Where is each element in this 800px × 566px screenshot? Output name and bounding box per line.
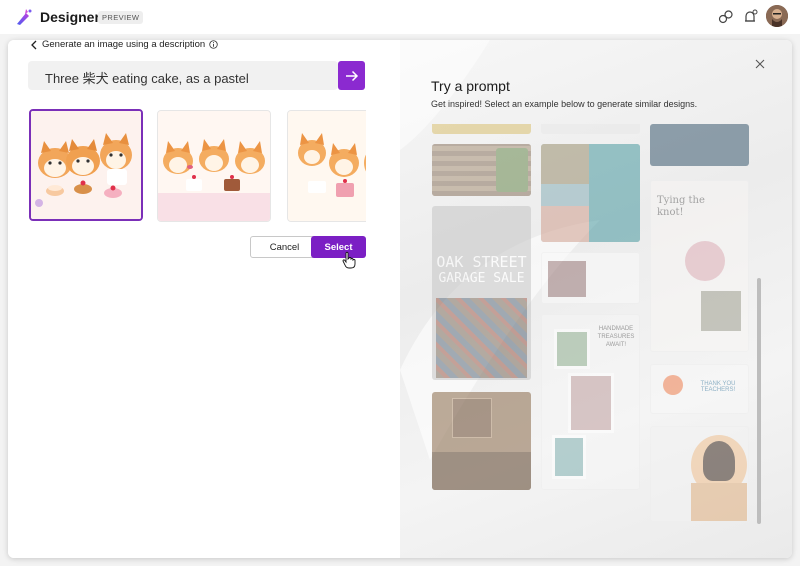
generated-image-1[interactable]: [29, 109, 143, 221]
try-prompt-subtitle: Get inspired! Select an example below to…: [431, 99, 698, 109]
example-card[interactable]: [541, 252, 640, 304]
example-card[interactable]: [541, 144, 640, 242]
user-avatar[interactable]: [766, 5, 788, 27]
preview-badge: PREVIEW: [98, 11, 144, 24]
chevron-left-icon: [31, 40, 37, 49]
select-button[interactable]: Select: [311, 236, 366, 258]
example-gallery: OAK STREET GARAGE SALE HANDMADE TREASURE…: [432, 124, 750, 524]
example-card[interactable]: [541, 124, 640, 134]
close-icon[interactable]: [755, 59, 765, 69]
generated-image-3[interactable]: [287, 110, 366, 222]
garage-sale-line-1: OAK STREET: [436, 253, 527, 271]
teachers-text: THANK YOU TEACHERS!: [700, 381, 736, 393]
generated-images: [28, 108, 366, 226]
share-link-icon[interactable]: [717, 8, 735, 26]
example-card[interactable]: [432, 124, 531, 134]
back-link[interactable]: Generate an image using a description: [30, 39, 218, 50]
garage-sale-line-2: GARAGE SALE: [438, 271, 525, 286]
example-card[interactable]: [650, 124, 749, 166]
try-prompt-title: Try a prompt: [431, 78, 510, 94]
arrow-right-icon: [345, 70, 358, 81]
generated-image-2[interactable]: [157, 110, 271, 222]
app-header: Designer PREVIEW: [0, 0, 800, 34]
generate-button[interactable]: [338, 61, 365, 90]
info-icon[interactable]: [209, 40, 218, 49]
gallery-scrollbar[interactable]: [757, 278, 761, 524]
example-card-networking[interactable]: [650, 426, 749, 522]
hand-cursor-icon: [342, 251, 356, 269]
back-link-label: Generate an image using a description: [42, 39, 206, 50]
prompt-input[interactable]: Three 柴犬 eating cake, as a pastel: [28, 61, 338, 90]
example-card-garage-sale[interactable]: OAK STREET GARAGE SALE: [432, 206, 531, 380]
cancel-button[interactable]: Cancel: [250, 236, 319, 258]
tying-knot-text: Tying the knot!: [657, 195, 705, 218]
handmade-treasures-text: HANDMADE TREASURES AWAIT!: [597, 326, 635, 348]
example-card-tying-knot[interactable]: Tying the knot!: [650, 180, 749, 352]
prompt-input-value: Three 柴犬 eating cake, as a pastel: [45, 71, 249, 86]
app-title: Designer: [40, 9, 100, 25]
example-card-teachers[interactable]: THANK YOU TEACHERS!: [650, 364, 749, 414]
example-card[interactable]: [432, 392, 531, 490]
notifications-bell-icon[interactable]: [741, 8, 759, 26]
example-card[interactable]: [432, 144, 531, 196]
example-card-handmade[interactable]: HANDMADE TREASURES AWAIT!: [541, 314, 640, 490]
designer-logo-icon: [17, 9, 32, 25]
